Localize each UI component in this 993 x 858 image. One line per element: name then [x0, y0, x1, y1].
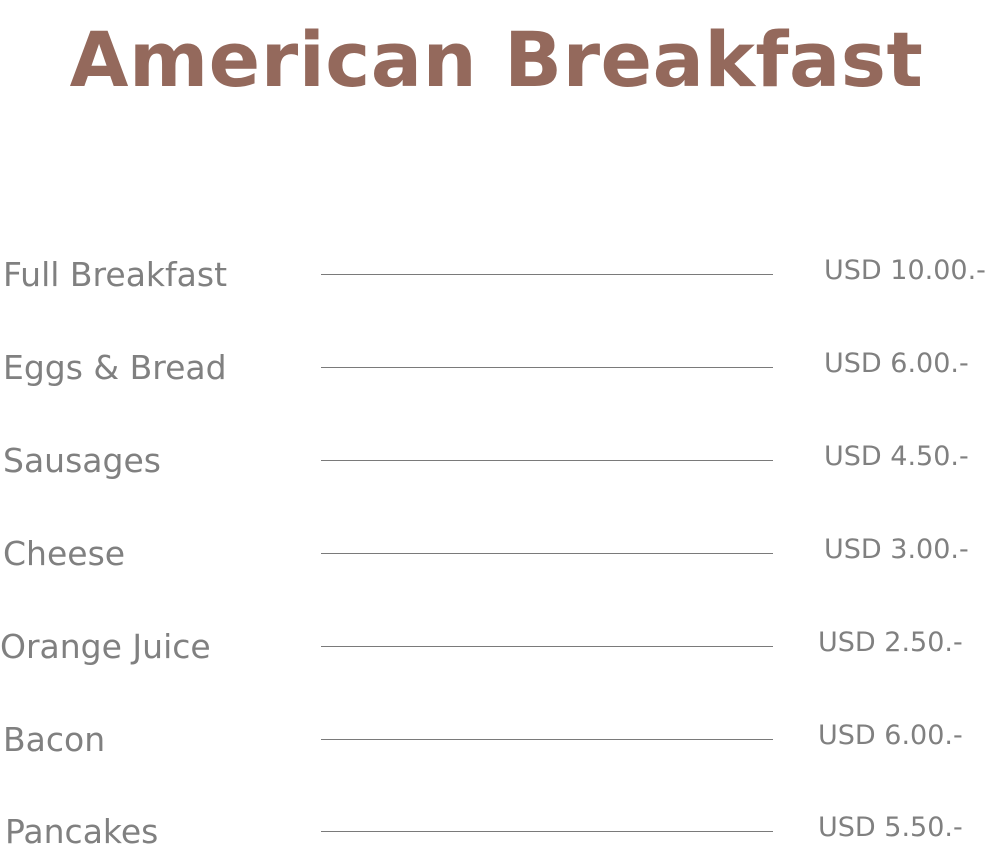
- item-price: USD 2.50.-: [818, 627, 963, 658]
- leader-line: [321, 274, 773, 275]
- menu-item-eggs-bread: Eggs & Bread USD 6.00.-: [0, 343, 993, 393]
- menu-item-bacon: Bacon USD 6.00.-: [0, 715, 993, 765]
- item-price: USD 6.00.-: [818, 720, 963, 751]
- menu-item-sausages: Sausages USD 4.50.-: [0, 436, 993, 486]
- item-price: USD 5.50.-: [818, 812, 963, 843]
- leader-line: [321, 831, 773, 832]
- menu-items-list: Full Breakfast USD 10.00.- Eggs & Bread …: [0, 0, 993, 858]
- item-name: Full Breakfast: [3, 255, 228, 294]
- menu-item-pancakes: Pancakes USD 5.50.-: [0, 807, 993, 857]
- item-name: Cheese: [3, 534, 126, 573]
- menu-item-orange-juice: Orange Juice USD 2.50.-: [0, 622, 993, 672]
- leader-line: [321, 553, 773, 554]
- leader-line: [321, 739, 773, 740]
- leader-line: [321, 646, 773, 647]
- item-price: USD 10.00.-: [824, 255, 986, 286]
- breakfast-menu: American Breakfast Full Breakfast USD 10…: [0, 0, 993, 858]
- leader-line: [321, 367, 773, 368]
- item-price: USD 3.00.-: [824, 534, 969, 565]
- item-name: Bacon: [3, 720, 106, 759]
- item-price: USD 6.00.-: [824, 348, 969, 379]
- item-name: Pancakes: [5, 812, 159, 851]
- item-name: Eggs & Bread: [3, 348, 227, 387]
- menu-item-full-breakfast: Full Breakfast USD 10.00.-: [0, 250, 993, 300]
- item-price: USD 4.50.-: [824, 441, 969, 472]
- item-name: Orange Juice: [0, 627, 211, 666]
- item-name: Sausages: [3, 441, 161, 480]
- menu-item-cheese: Cheese USD 3.00.-: [0, 529, 993, 579]
- leader-line: [321, 460, 773, 461]
